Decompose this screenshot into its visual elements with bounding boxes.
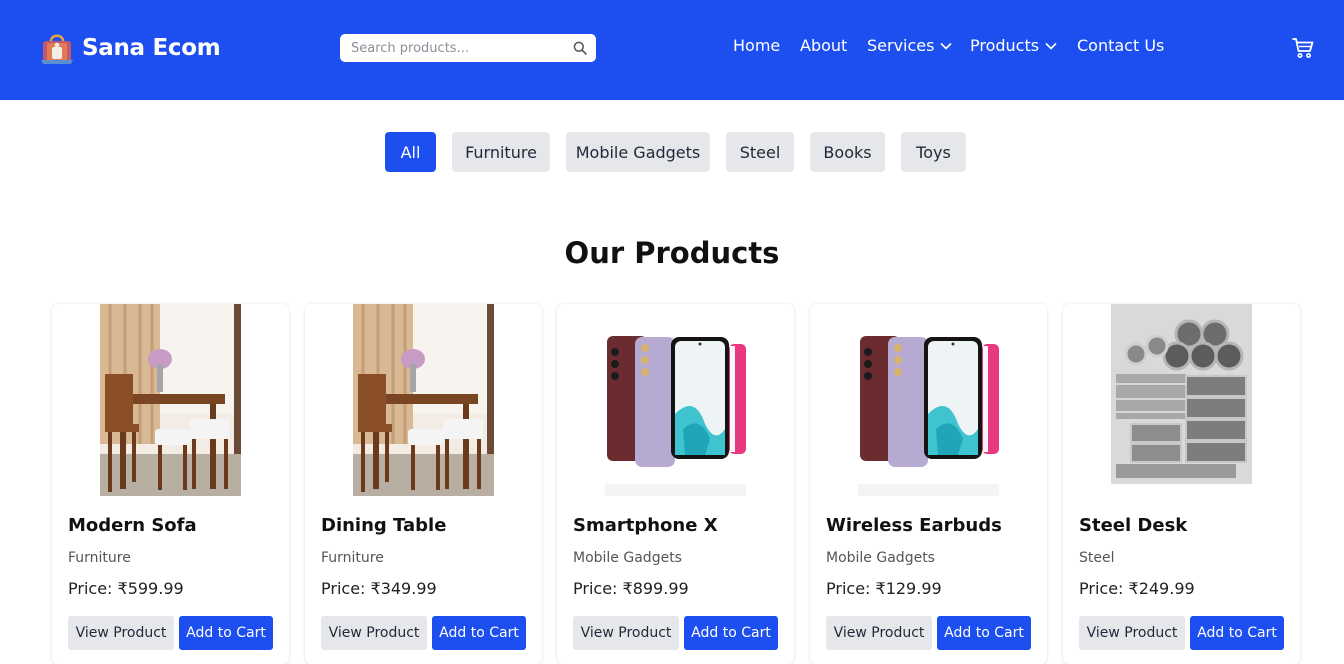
nav-home-label: Home [733, 36, 781, 55]
nav-contact-label: Contact Us [1077, 36, 1165, 55]
add-to-cart-button[interactable]: Add to Cart [684, 616, 778, 650]
product-category: Furniture [68, 550, 131, 566]
add-to-cart-button[interactable]: Add to Cart [179, 616, 273, 650]
product-image[interactable] [1111, 304, 1252, 496]
product-card: Smartphone X Mobile Gadgets Price: ₹899.… [557, 304, 794, 664]
product-card: Dining Table Furniture Price: ₹349.99 Vi… [305, 304, 542, 664]
product-category: Mobile Gadgets [573, 550, 682, 566]
filter-all[interactable]: All [385, 132, 436, 172]
nav-home[interactable]: Home [733, 36, 780, 55]
product-card: Steel Desk Steel Price: ₹249.99 View Pro… [1063, 304, 1300, 664]
view-product-button[interactable]: View Product [1079, 616, 1185, 650]
product-name: Dining Table [321, 515, 447, 536]
filter-steel[interactable]: Steel [726, 132, 794, 172]
product-name: Steel Desk [1079, 515, 1188, 536]
filter-books[interactable]: Books [810, 132, 885, 172]
product-category: Steel [1079, 550, 1115, 566]
product-category: Furniture [321, 550, 384, 566]
filter-mobile-gadgets[interactable]: Mobile Gadgets [566, 132, 710, 172]
product-card: Modern Sofa Furniture Price: ₹599.99 Vie… [52, 304, 289, 664]
shopping-bag-icon [41, 34, 73, 64]
dining-set-image [100, 304, 241, 496]
nav-about[interactable]: About [800, 36, 847, 55]
product-price: Price: ₹899.99 [573, 579, 689, 598]
view-product-button[interactable]: View Product [573, 616, 679, 650]
view-product-button[interactable]: View Product [321, 616, 427, 650]
nav-services[interactable]: Services [867, 36, 953, 55]
product-image[interactable] [353, 304, 494, 496]
chevron-down-icon [1045, 42, 1057, 50]
filter-furniture[interactable]: Furniture [452, 132, 550, 172]
nav-contact[interactable]: Contact Us [1077, 36, 1164, 55]
product-image[interactable] [100, 304, 241, 496]
search-bar [340, 34, 596, 62]
add-to-cart-button[interactable]: Add to Cart [1190, 616, 1284, 650]
nav-services-label: Services [867, 36, 935, 55]
nav-about-label: About [800, 36, 848, 55]
product-image[interactable] [858, 304, 999, 496]
product-name: Smartphone X [573, 515, 718, 536]
add-to-cart-button[interactable]: Add to Cart [432, 616, 526, 650]
product-price: Price: ₹249.99 [1079, 579, 1195, 598]
product-price: Price: ₹599.99 [68, 579, 184, 598]
chevron-down-icon [940, 42, 953, 50]
product-category: Mobile Gadgets [826, 550, 935, 566]
steel-pipes-image [1111, 304, 1252, 496]
category-filters: All Furniture Mobile Gadgets Steel Books… [0, 132, 1344, 172]
nav-products-label: Products [970, 36, 1040, 55]
brand-name: Sana Ecom [82, 35, 221, 61]
add-to-cart-button[interactable]: Add to Cart [937, 616, 1031, 650]
smartphones-image [605, 304, 746, 496]
section-title: Our Products [564, 236, 780, 270]
search-input[interactable] [340, 35, 560, 61]
product-name: Modern Sofa [68, 515, 197, 536]
dining-set-image [353, 304, 494, 496]
nav-products[interactable]: Products [970, 36, 1057, 55]
product-image[interactable] [605, 304, 746, 496]
smartphones-image [858, 304, 999, 496]
navbar: Sana Ecom Home About Services Products C… [0, 0, 1344, 100]
filter-toys[interactable]: Toys [901, 132, 966, 172]
brand[interactable]: Sana Ecom [40, 30, 221, 66]
product-price: Price: ₹349.99 [321, 579, 437, 598]
product-price: Price: ₹129.99 [826, 579, 942, 598]
cart-icon[interactable] [1292, 37, 1314, 59]
view-product-button[interactable]: View Product [826, 616, 932, 650]
search-icon[interactable] [573, 41, 587, 55]
view-product-button[interactable]: View Product [68, 616, 174, 650]
product-card: Wireless Earbuds Mobile Gadgets Price: ₹… [810, 304, 1047, 664]
product-name: Wireless Earbuds [826, 515, 1002, 536]
